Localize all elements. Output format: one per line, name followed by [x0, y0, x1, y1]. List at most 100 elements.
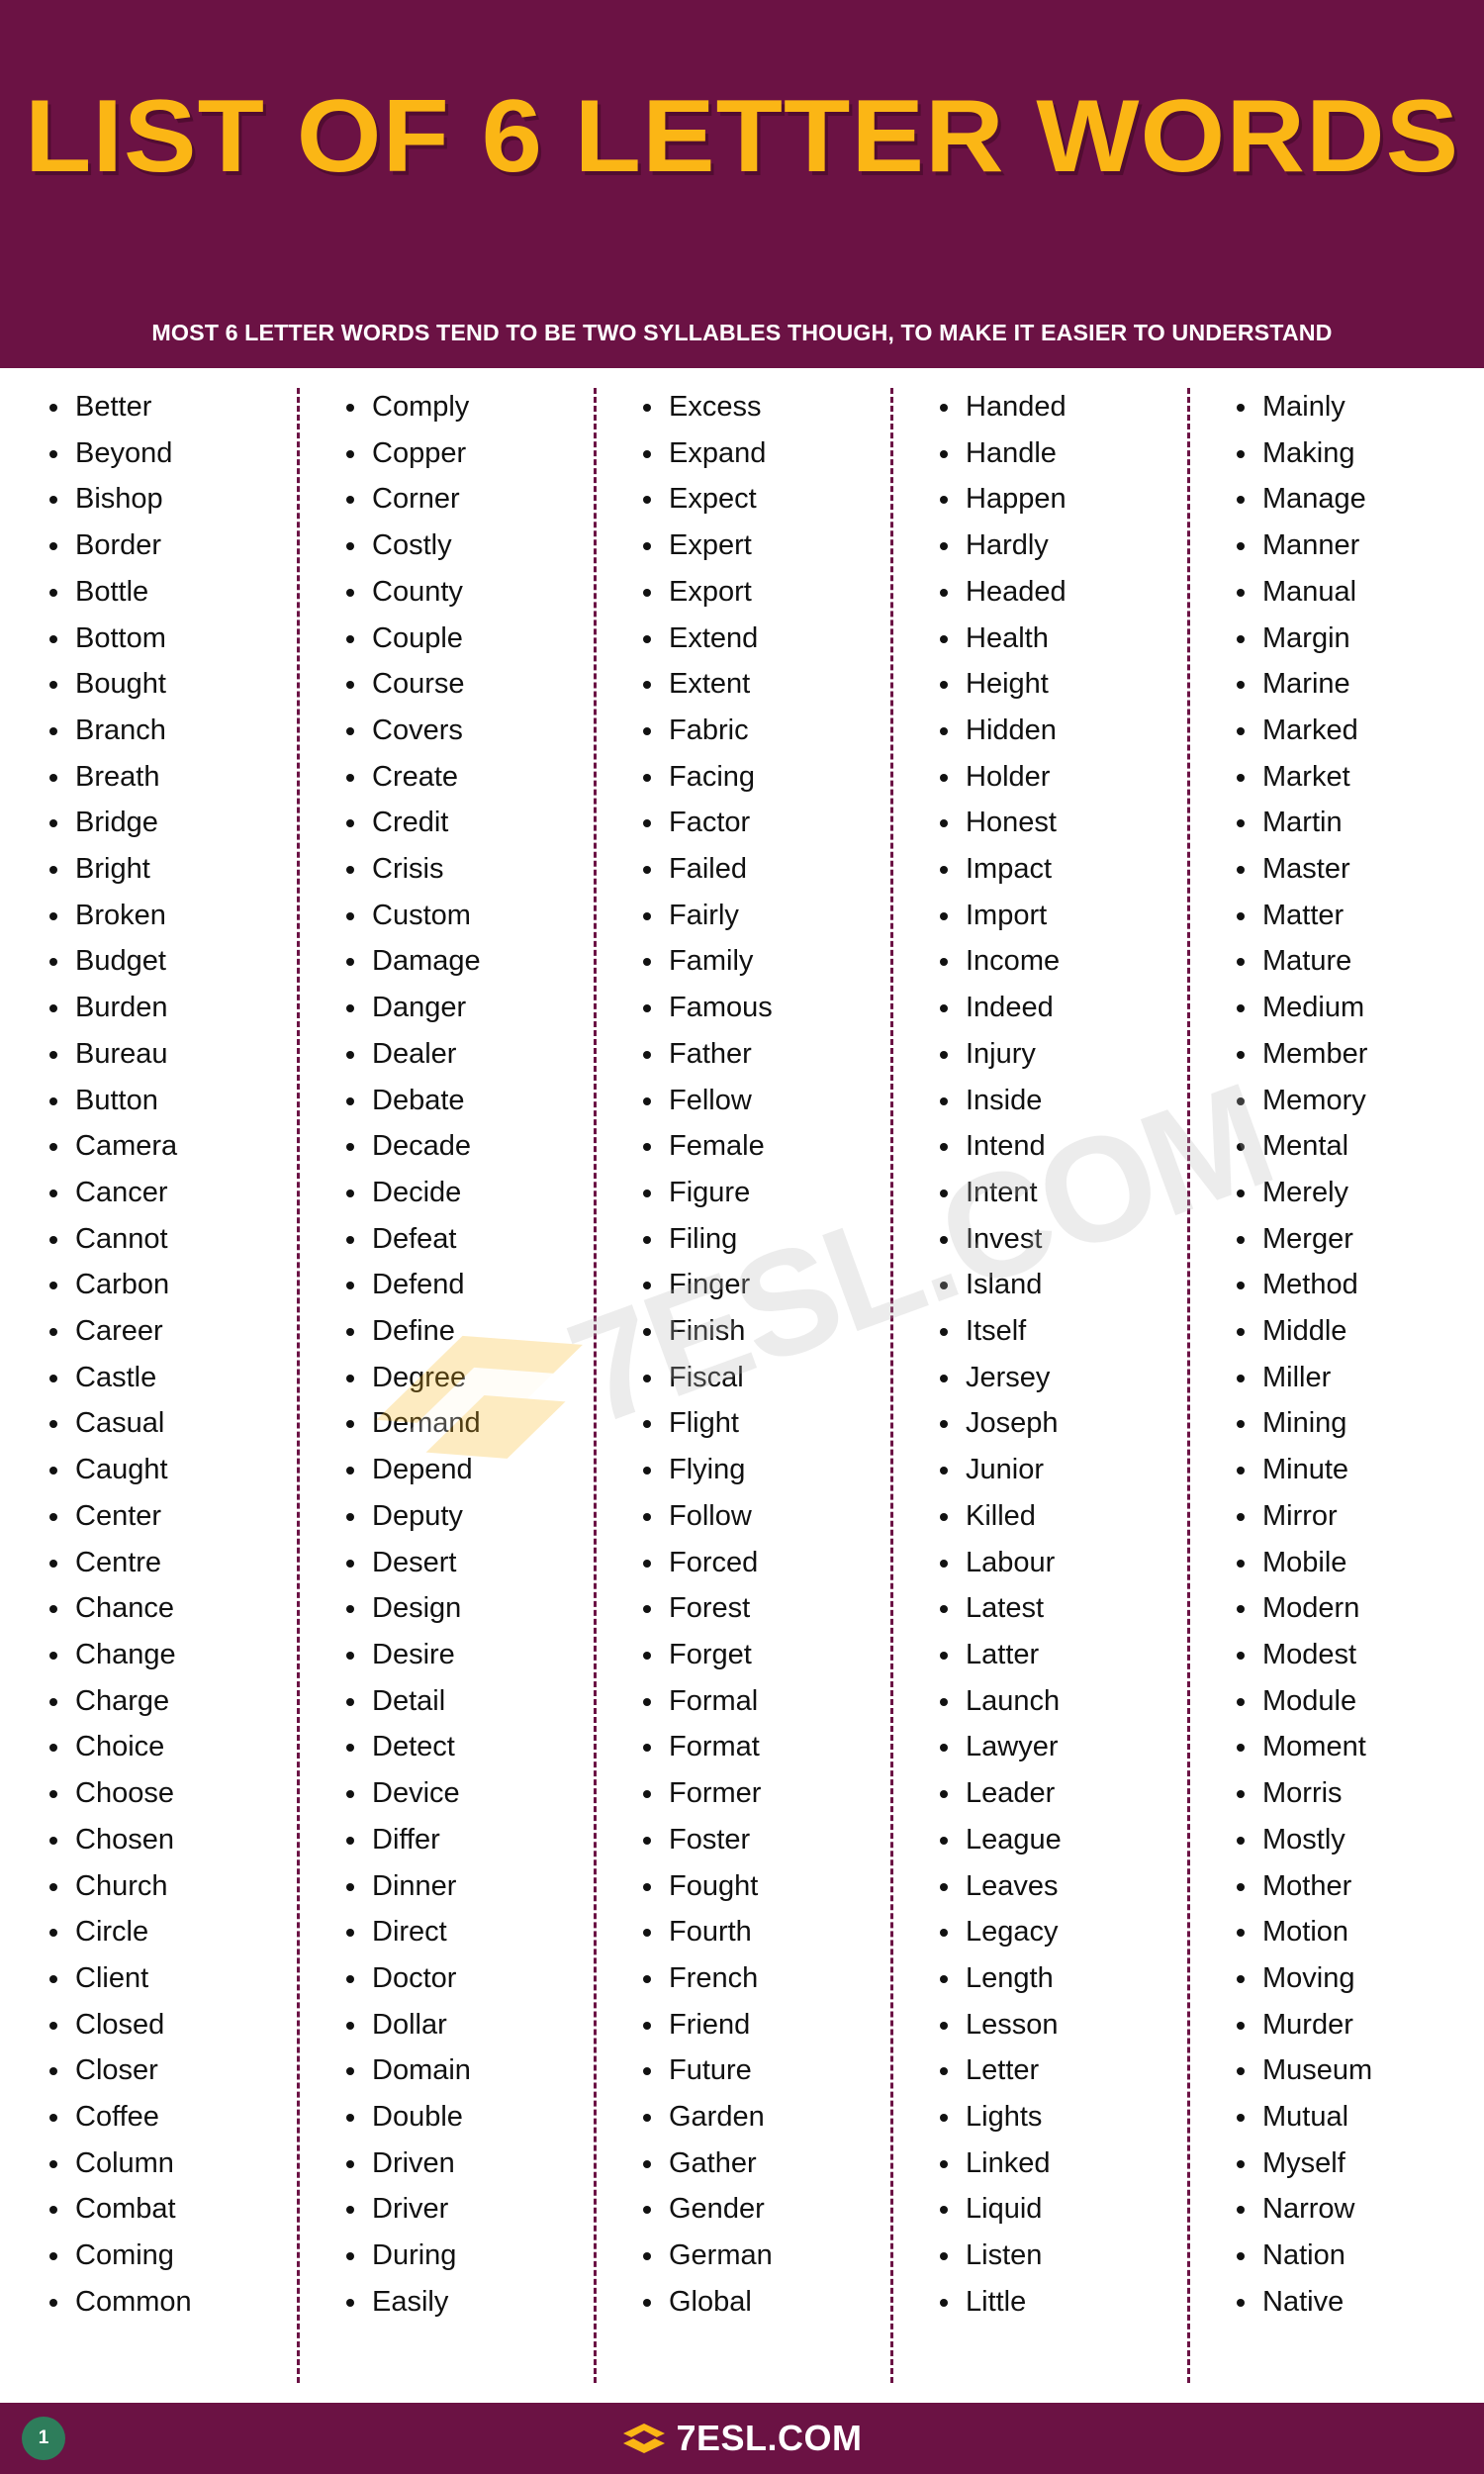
- word-item: Making: [1233, 430, 1484, 477]
- word-item: Carbon: [46, 1262, 297, 1308]
- word-item: Career: [46, 1308, 297, 1355]
- word-item: Matter: [1233, 893, 1484, 939]
- word-item: Lights: [936, 2094, 1187, 2141]
- word-item: Foster: [639, 1817, 890, 1863]
- word-item: Expect: [639, 476, 890, 523]
- footer-brand-text: 7ESL.COM: [676, 2418, 863, 2458]
- word-item: Mirror: [1233, 1493, 1484, 1540]
- word-item: Length: [936, 1955, 1187, 2002]
- word-item: Detect: [342, 1724, 594, 1770]
- word-item: Better: [46, 384, 297, 430]
- word-item: Center: [46, 1493, 297, 1540]
- word-item: Fourth: [639, 1909, 890, 1955]
- word-item: Bridge: [46, 800, 297, 846]
- word-item: League: [936, 1817, 1187, 1863]
- word-item: Latest: [936, 1585, 1187, 1632]
- word-item: Mainly: [1233, 384, 1484, 430]
- word-item: Miller: [1233, 1355, 1484, 1401]
- word-item: Intend: [936, 1123, 1187, 1170]
- word-item: Latter: [936, 1632, 1187, 1678]
- word-item: Memory: [1233, 1078, 1484, 1124]
- word-item: Invest: [936, 1216, 1187, 1263]
- graduation-cap-icon: [623, 2424, 666, 2453]
- word-item: Button: [46, 1078, 297, 1124]
- word-list-3: Excess Expand Expect Expert Export Extend Exte…: [639, 384, 890, 2326]
- word-item: Design: [342, 1585, 594, 1632]
- word-item: Future: [639, 2047, 890, 2094]
- word-item: Chosen: [46, 1817, 297, 1863]
- word-item: Market: [1233, 754, 1484, 801]
- word-item: Caught: [46, 1447, 297, 1493]
- word-item: Handed: [936, 384, 1187, 430]
- word-item: Camera: [46, 1123, 297, 1170]
- word-item: Column: [46, 2141, 297, 2187]
- word-item: Breath: [46, 754, 297, 801]
- word-item: Depend: [342, 1447, 594, 1493]
- word-item: Broken: [46, 893, 297, 939]
- word-item: Custom: [342, 893, 594, 939]
- footer-logo[interactable]: 7ESL.COM: [621, 2421, 862, 2456]
- word-item: Launch: [936, 1678, 1187, 1725]
- word-column-4: Handed Handle Happen Hardly Headed Health Heig…: [890, 384, 1187, 2403]
- word-item: Merger: [1233, 1216, 1484, 1263]
- word-item: Define: [342, 1308, 594, 1355]
- word-item: Danger: [342, 985, 594, 1031]
- word-item: Killed: [936, 1493, 1187, 1540]
- word-item: Figure: [639, 1170, 890, 1216]
- word-item: Filing: [639, 1216, 890, 1263]
- word-item: Differ: [342, 1817, 594, 1863]
- word-item: Middle: [1233, 1308, 1484, 1355]
- word-item: Defend: [342, 1262, 594, 1308]
- word-item: Circle: [46, 1909, 297, 1955]
- word-item: Injury: [936, 1031, 1187, 1078]
- word-item: Domain: [342, 2047, 594, 2094]
- word-item: Mother: [1233, 1863, 1484, 1910]
- word-item: Moment: [1233, 1724, 1484, 1770]
- word-item: Deputy: [342, 1493, 594, 1540]
- word-item: Extend: [639, 616, 890, 662]
- word-item: Fought: [639, 1863, 890, 1910]
- page-subtitle: MOST 6 LETTER WORDS TEND TO BE TWO SYLLA…: [151, 320, 1333, 345]
- word-item: Manual: [1233, 569, 1484, 616]
- word-item: Liquid: [936, 2186, 1187, 2233]
- word-item: Listen: [936, 2233, 1187, 2279]
- word-item: Budget: [46, 938, 297, 985]
- word-list-4: Handed Handle Happen Hardly Headed Health Heig…: [936, 384, 1187, 2326]
- page-title: LIST OF 6 LETTER WORDS: [24, 79, 1460, 194]
- word-item: Murder: [1233, 2002, 1484, 2048]
- word-item: Driven: [342, 2141, 594, 2187]
- word-item: Easily: [342, 2279, 594, 2326]
- word-list-2: Comply Copper Corner Costly County Couple Cour…: [342, 384, 594, 2326]
- word-item: Fairly: [639, 893, 890, 939]
- word-item: Gather: [639, 2141, 890, 2187]
- word-item: Hardly: [936, 523, 1187, 569]
- word-item: Mostly: [1233, 1817, 1484, 1863]
- word-item: Demand: [342, 1400, 594, 1447]
- word-item: Import: [936, 893, 1187, 939]
- word-item: Comply: [342, 384, 594, 430]
- word-item: Castle: [46, 1355, 297, 1401]
- word-item: Bureau: [46, 1031, 297, 1078]
- word-item: Intent: [936, 1170, 1187, 1216]
- word-item: Little: [936, 2279, 1187, 2326]
- word-item: Hidden: [936, 708, 1187, 754]
- word-item: Coffee: [46, 2094, 297, 2141]
- word-item: Export: [639, 569, 890, 616]
- word-item: Fabric: [639, 708, 890, 754]
- word-item: Gender: [639, 2186, 890, 2233]
- word-item: Coming: [46, 2233, 297, 2279]
- word-item: Extent: [639, 661, 890, 708]
- word-item: Father: [639, 1031, 890, 1078]
- word-item: Bottle: [46, 569, 297, 616]
- word-item: Itself: [936, 1308, 1187, 1355]
- word-item: Merely: [1233, 1170, 1484, 1216]
- word-item: Margin: [1233, 616, 1484, 662]
- word-item: Cancer: [46, 1170, 297, 1216]
- word-item: Flying: [639, 1447, 890, 1493]
- word-item: Expand: [639, 430, 890, 477]
- word-item: Covers: [342, 708, 594, 754]
- page-header: LIST OF 6 LETTER WORDS MOST 6 LETTER WOR…: [0, 0, 1484, 368]
- word-item: Legacy: [936, 1909, 1187, 1955]
- word-item: Medium: [1233, 985, 1484, 1031]
- word-item: Bought: [46, 661, 297, 708]
